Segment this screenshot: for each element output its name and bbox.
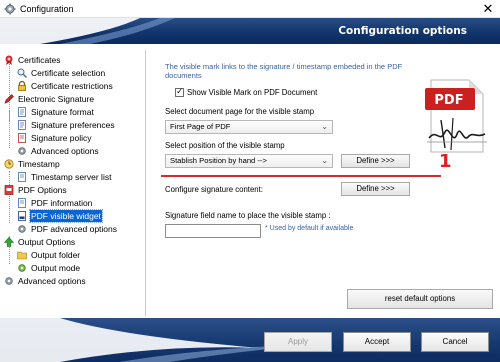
tree-item-timestamp[interactable]: Timestamp [4, 158, 61, 170]
clock-icon [4, 159, 14, 169]
signature-field-label: Signature field name to place the visibl… [165, 211, 331, 220]
signature-field-input[interactable] [165, 224, 261, 238]
gear-icon [5, 277, 13, 285]
tree-item-signature-policy[interactable]: Signature policy [17, 132, 92, 144]
tree-item-pdf-visible-widget[interactable]: PDF visible widget [17, 209, 103, 223]
document-icon [18, 172, 26, 182]
header-banner: Configuration options [0, 18, 500, 44]
signature-field-hint: * Used by default if available [265, 225, 354, 232]
tree-item-output-mode[interactable]: Output mode [17, 262, 81, 274]
arrow-up-icon [4, 237, 14, 247]
gear-icon [18, 264, 26, 272]
tree-item-signature-preferences[interactable]: Signature preferences [17, 119, 116, 131]
title-bar: Configuration ✕ [0, 0, 500, 18]
define-position-button[interactable]: Define >>> [341, 154, 410, 168]
page-select[interactable]: First Page of PDF ⌄ [165, 120, 333, 134]
tree-item-certificates[interactable]: Certificates [4, 54, 62, 66]
pdf-badge: PDF [434, 93, 463, 108]
position-select-label: Select position of the visible stamp [165, 141, 285, 150]
tree-item-output-options[interactable]: Output Options [4, 236, 76, 248]
cancel-button[interactable]: Cancel [421, 332, 489, 352]
tree-item-timestamp-server-list[interactable]: Timestamp server list [17, 171, 112, 183]
document-icon [18, 211, 26, 221]
pdf-signature-icon: PDF [425, 79, 487, 153]
lock-icon [18, 81, 26, 91]
options-tree[interactable]: Certificates Certificate selection Certi… [0, 50, 146, 316]
magnifier-icon [17, 68, 27, 78]
footer-bar: Apply Accept Cancel [0, 318, 500, 362]
pdf-icon [4, 185, 14, 195]
show-mark-checkbox[interactable] [175, 86, 184, 97]
tree-connector [9, 171, 10, 223]
folder-icon [17, 251, 27, 260]
visible-mark-info: The visible mark links to the signature … [165, 62, 403, 80]
tree-item-pdf-options[interactable]: PDF Options [4, 184, 68, 196]
reset-default-options-button[interactable]: reset default options [347, 289, 493, 309]
document-icon [18, 198, 26, 208]
tree-item-advanced-options[interactable]: Advanced options [4, 275, 87, 287]
tree-item-electronic-signature[interactable]: Electronic Signature [4, 93, 95, 105]
window-title: Configuration [20, 4, 74, 14]
tree-item-pdf-information[interactable]: PDF information [17, 197, 93, 209]
document-icon [18, 120, 26, 130]
gear-icon [18, 147, 26, 155]
close-icon[interactable]: ✕ [480, 1, 496, 17]
chevron-down-icon: ⌄ [321, 156, 328, 165]
tree-item-pdf-advanced-options[interactable]: PDF advanced options [17, 223, 118, 235]
show-mark-label: Show Visible Mark on PDF Document [187, 88, 318, 97]
page-select-value: First Page of PDF [170, 122, 231, 131]
apply-button[interactable]: Apply [264, 332, 332, 352]
accept-button[interactable]: Accept [343, 332, 411, 352]
certificate-icon [5, 55, 13, 65]
document-icon [18, 133, 26, 143]
tree-item-output-folder[interactable]: Output folder [17, 249, 81, 261]
gear-icon [18, 225, 26, 233]
page-title: Configuration options [338, 25, 467, 37]
tree-connector [9, 110, 10, 148]
document-icon [18, 107, 26, 117]
page-select-label: Select document page for the visible sta… [165, 107, 315, 116]
tree-item-certificate-restrictions[interactable]: Certificate restrictions [17, 80, 114, 92]
settings-panel: The visible mark links to the signature … [151, 50, 500, 316]
signature-content-label: Configure signature content: [165, 185, 263, 194]
define-content-button[interactable]: Define >>> [341, 182, 410, 196]
annotation-underline [161, 175, 441, 177]
pen-icon [4, 94, 14, 104]
tree-item-certificate-selection[interactable]: Certificate selection [17, 67, 106, 79]
gear-icon [4, 3, 16, 15]
tree-item-signature-format[interactable]: Signature format [17, 106, 95, 118]
tree-item-advanced-options-signature[interactable]: Advanced options [17, 145, 100, 157]
chevron-down-icon: ⌄ [321, 122, 328, 131]
position-select-value: Stablish Position by hand --> [170, 156, 267, 165]
position-select[interactable]: Stablish Position by hand --> ⌄ [165, 154, 333, 168]
